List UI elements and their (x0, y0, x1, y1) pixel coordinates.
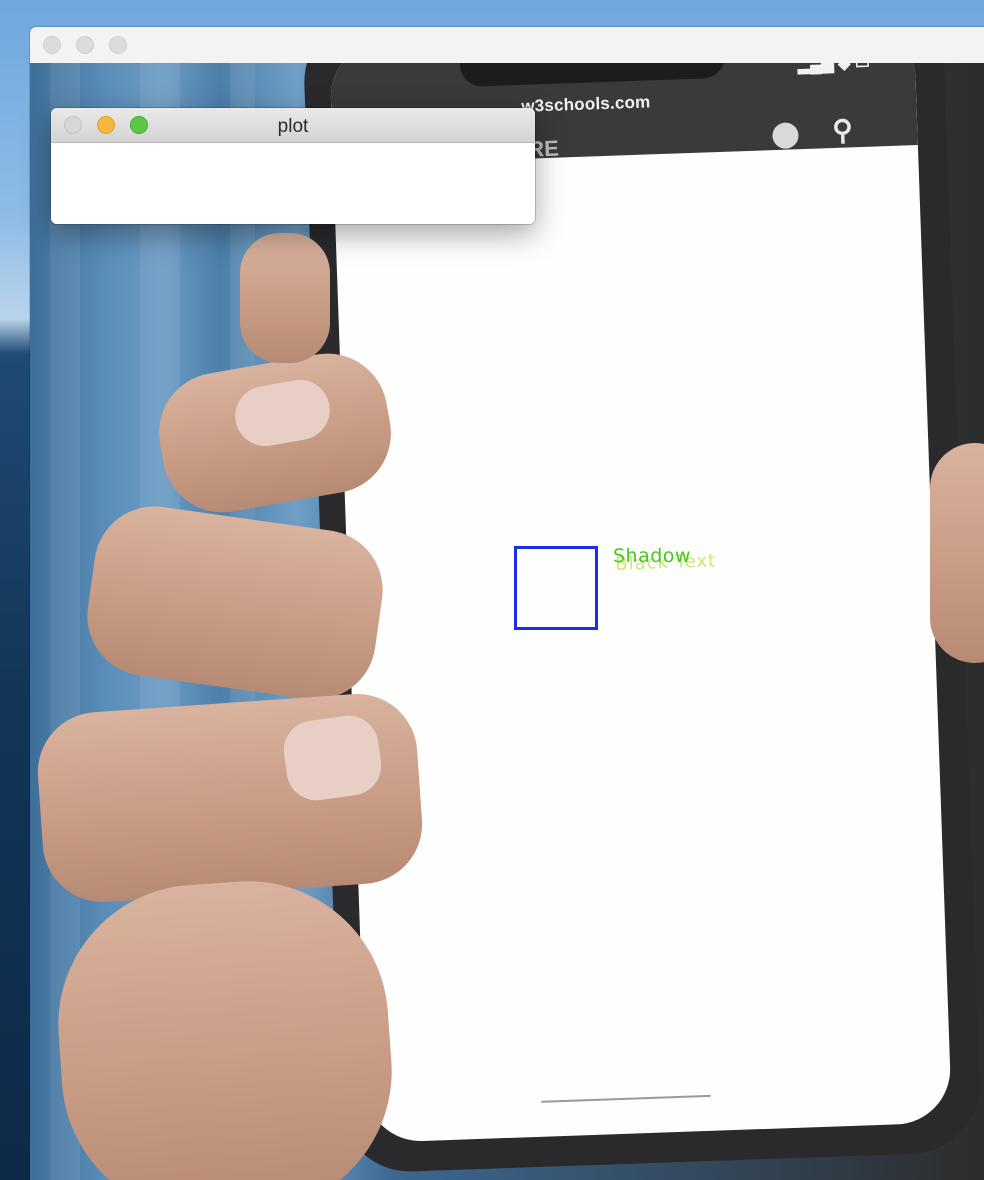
phone-notch (458, 63, 726, 87)
phone-theme-icon (772, 122, 799, 150)
detection-label: Shadow (613, 545, 691, 567)
phone-status-icons: ▂▄▆ ◆ ▭ (797, 63, 871, 75)
phone-home-indicator (541, 1094, 711, 1103)
phone-search-icon: ⚲ (831, 114, 854, 147)
camera-window-maximize-button[interactable] (109, 36, 127, 54)
finger (930, 443, 984, 663)
phone-url: w3schools.com (520, 92, 651, 116)
plot-canvas (51, 143, 535, 224)
camera-window-close-button[interactable] (43, 36, 61, 54)
phone-screen: ▂▄▆ ◆ ▭ w3schools.com MORE ⚲ Black Text (328, 63, 953, 1143)
plot-window: plot (51, 108, 535, 224)
finger (240, 233, 330, 363)
camera-window-minimize-button[interactable] (76, 36, 94, 54)
camera-window-titlebar[interactable] (30, 27, 984, 64)
plot-window-titlebar[interactable]: plot (51, 108, 535, 143)
plot-window-title: plot (277, 116, 309, 137)
detection-box (514, 546, 598, 630)
camera-feed: ▂▄▆ ◆ ▭ w3schools.com MORE ⚲ Black Text … (30, 63, 984, 1180)
